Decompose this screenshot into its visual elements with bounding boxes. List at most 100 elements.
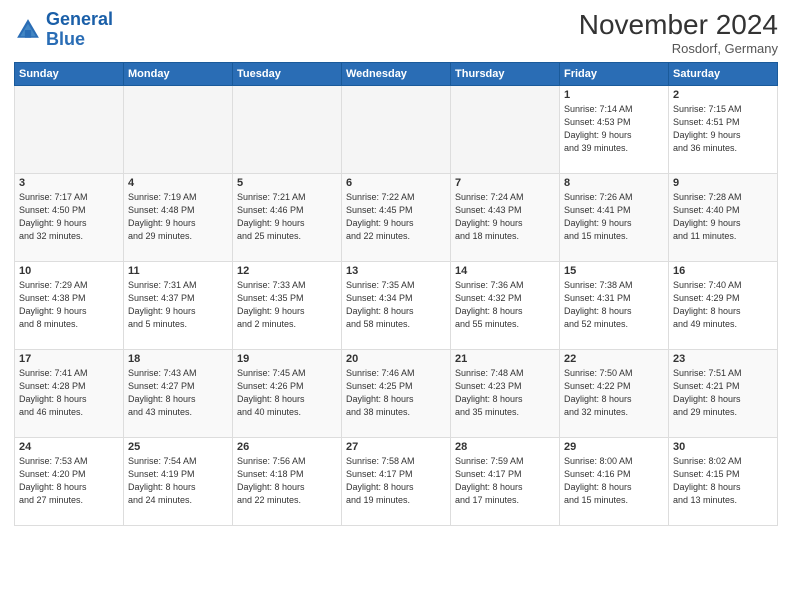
day-number: 20 [346,353,446,365]
table-row: 30Sunrise: 8:02 AMSunset: 4:15 PMDayligh… [669,437,778,525]
day-number: 17 [19,353,119,365]
table-row: 17 Sunrise: 7:41 AMSunset: 4:28 PMDayligh… [15,349,124,437]
table-row [124,85,233,173]
page-container: General Blue November 2024 Rosdorf, Germ… [0,0,792,534]
logo-text: General Blue [46,10,113,50]
table-row: 2Sunrise: 7:15 AMSunset: 4:51 PMDaylight… [669,85,778,173]
month-title: November 2024 [579,10,778,41]
day-number: 25 [128,441,228,453]
day-info: Sunrise: 7:48 AMSunset: 4:23 PMDaylight:… [455,367,555,419]
day-info: Sunrise: 7:35 AMSunset: 4:34 PMDaylight:… [346,279,446,331]
table-row: 3 Sunrise: 7:17 AMSunset: 4:50 PMDaylight… [15,173,124,261]
table-row: 25 Sunrise: 7:54 AMSunset: 4:19 PMDayligh… [124,437,233,525]
day-number: 11 [128,265,228,277]
day-info: Sunrise: 7:28 AMSunset: 4:40 PMDaylight:… [673,191,773,243]
day-number: 28 [455,441,555,453]
calendar-row-1: 1Sunrise: 7:14 AMSunset: 4:53 PMDaylight… [15,85,778,173]
day-number: 27 [346,441,446,453]
table-row: 29 Sunrise: 8:00 AMSunset: 4:16 PMDayligh… [560,437,669,525]
col-saturday: Saturday [669,62,778,85]
calendar-row-2: 3 Sunrise: 7:17 AMSunset: 4:50 PMDaylight… [15,173,778,261]
day-info: Sunrise: 7:58 AMSunset: 4:17 PMDaylight:… [346,455,446,507]
table-row: 16 Sunrise: 7:40 AMSunset: 4:29 PMDayligh… [669,261,778,349]
day-info: Sunrise: 7:22 AMSunset: 4:45 PMDaylight:… [346,191,446,243]
table-row: 14 Sunrise: 7:36 AMSunset: 4:32 PMDayligh… [451,261,560,349]
table-row: 18 Sunrise: 7:43 AMSunset: 4:27 PMDayligh… [124,349,233,437]
col-sunday: Sunday [15,62,124,85]
table-row: 5Sunrise: 7:21 AMSunset: 4:46 PMDaylight… [233,173,342,261]
table-row: 27 Sunrise: 7:58 AMSunset: 4:17 PMDayligh… [342,437,451,525]
day-number: 9 [673,177,773,189]
table-row: 1Sunrise: 7:14 AMSunset: 4:53 PMDaylight… [560,85,669,173]
day-number: 23 [673,353,773,365]
day-info: Sunrise: 7:43 AMSunset: 4:27 PMDaylight:… [128,367,228,419]
table-row: 21 Sunrise: 7:48 AMSunset: 4:23 PMDayligh… [451,349,560,437]
day-number: 15 [564,265,664,277]
table-row: 23 Sunrise: 7:51 AMSunset: 4:21 PMDayligh… [669,349,778,437]
day-info: Sunrise: 7:40 AMSunset: 4:29 PMDaylight:… [673,279,773,331]
day-number: 6 [346,177,446,189]
day-info: Sunrise: 7:56 AMSunset: 4:18 PMDaylight:… [237,455,337,507]
table-row: 8Sunrise: 7:26 AMSunset: 4:41 PMDaylight… [560,173,669,261]
col-thursday: Thursday [451,62,560,85]
day-info: Sunrise: 7:50 AMSunset: 4:22 PMDaylight:… [564,367,664,419]
day-info: Sunrise: 7:45 AMSunset: 4:26 PMDaylight:… [237,367,337,419]
table-row [342,85,451,173]
day-number: 18 [128,353,228,365]
col-tuesday: Tuesday [233,62,342,85]
day-number: 7 [455,177,555,189]
day-info: Sunrise: 7:19 AMSunset: 4:48 PMDaylight:… [128,191,228,243]
day-number: 24 [19,441,119,453]
day-number: 5 [237,177,337,189]
table-row: 22 Sunrise: 7:50 AMSunset: 4:22 PMDayligh… [560,349,669,437]
table-row: 26 Sunrise: 7:56 AMSunset: 4:18 PMDayligh… [233,437,342,525]
day-number: 12 [237,265,337,277]
table-row: 6 Sunrise: 7:22 AMSunset: 4:45 PMDaylight… [342,173,451,261]
logo-blue: Blue [46,29,85,49]
day-number: 13 [346,265,446,277]
calendar-table: Sunday Monday Tuesday Wednesday Thursday… [14,62,778,526]
day-info: Sunrise: 7:29 AMSunset: 4:38 PMDaylight:… [19,279,119,331]
day-info: Sunrise: 7:31 AMSunset: 4:37 PMDaylight:… [128,279,228,331]
calendar-row-4: 17 Sunrise: 7:41 AMSunset: 4:28 PMDayligh… [15,349,778,437]
day-info: Sunrise: 8:02 AMSunset: 4:15 PMDaylight:… [673,455,773,507]
day-info: Sunrise: 7:38 AMSunset: 4:31 PMDaylight:… [564,279,664,331]
day-number: 3 [19,177,119,189]
day-number: 21 [455,353,555,365]
table-row: 12 Sunrise: 7:33 AMSunset: 4:35 PMDayligh… [233,261,342,349]
title-area: November 2024 Rosdorf, Germany [579,10,778,56]
table-row [15,85,124,173]
table-row: 19 Sunrise: 7:45 AMSunset: 4:26 PMDayligh… [233,349,342,437]
day-info: Sunrise: 7:17 AMSunset: 4:50 PMDaylight:… [19,191,119,243]
calendar-row-3: 10Sunrise: 7:29 AMSunset: 4:38 PMDayligh… [15,261,778,349]
day-number: 22 [564,353,664,365]
table-row: 24 Sunrise: 7:53 AMSunset: 4:20 PMDayligh… [15,437,124,525]
day-info: Sunrise: 7:36 AMSunset: 4:32 PMDaylight:… [455,279,555,331]
table-row [451,85,560,173]
day-number: 1 [564,89,664,101]
day-info: Sunrise: 7:59 AMSunset: 4:17 PMDaylight:… [455,455,555,507]
header: General Blue November 2024 Rosdorf, Germ… [14,10,778,56]
day-number: 26 [237,441,337,453]
day-info: Sunrise: 7:51 AMSunset: 4:21 PMDaylight:… [673,367,773,419]
day-info: Sunrise: 7:54 AMSunset: 4:19 PMDaylight:… [128,455,228,507]
day-info: Sunrise: 7:33 AMSunset: 4:35 PMDaylight:… [237,279,337,331]
col-friday: Friday [560,62,669,85]
table-row: 4 Sunrise: 7:19 AMSunset: 4:48 PMDaylight… [124,173,233,261]
table-row [233,85,342,173]
day-info: Sunrise: 7:41 AMSunset: 4:28 PMDaylight:… [19,367,119,419]
col-wednesday: Wednesday [342,62,451,85]
day-number: 14 [455,265,555,277]
day-number: 16 [673,265,773,277]
day-info: Sunrise: 7:53 AMSunset: 4:20 PMDaylight:… [19,455,119,507]
logo: General Blue [14,10,113,50]
day-number: 2 [673,89,773,101]
day-info: Sunrise: 8:00 AMSunset: 4:16 PMDaylight:… [564,455,664,507]
table-row: 13 Sunrise: 7:35 AMSunset: 4:34 PMDayligh… [342,261,451,349]
day-number: 4 [128,177,228,189]
calendar-row-5: 24 Sunrise: 7:53 AMSunset: 4:20 PMDayligh… [15,437,778,525]
logo-icon [14,16,42,44]
day-number: 29 [564,441,664,453]
day-number: 19 [237,353,337,365]
col-monday: Monday [124,62,233,85]
